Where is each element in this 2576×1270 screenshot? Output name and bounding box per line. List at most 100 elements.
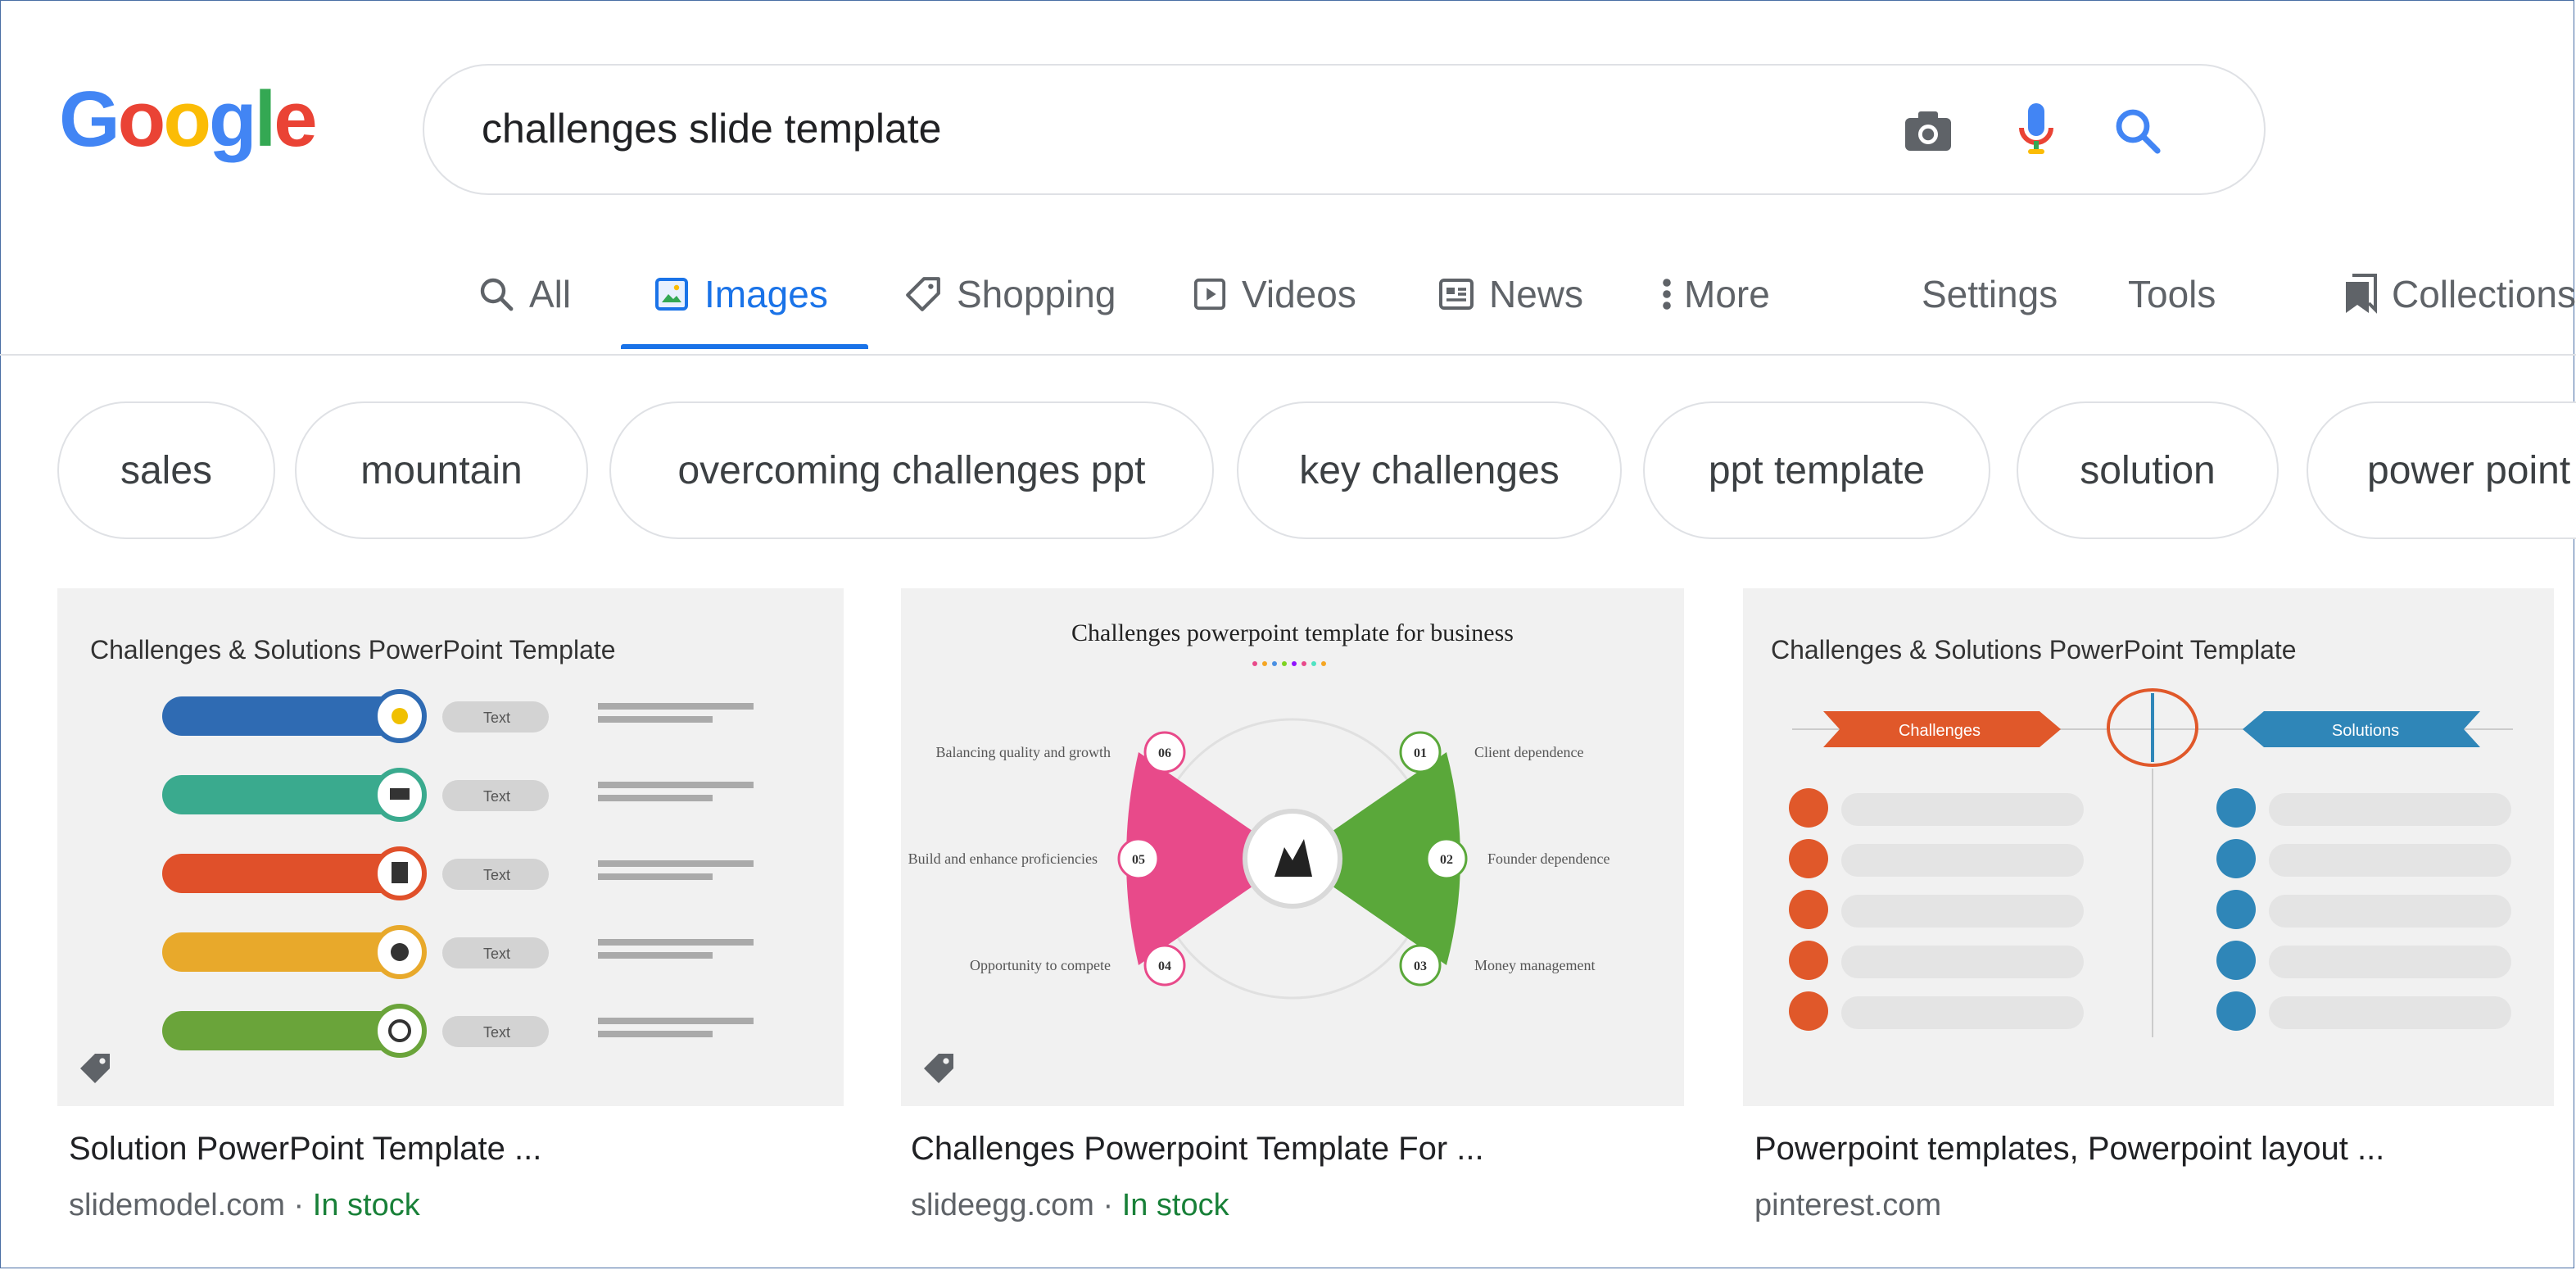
product-tag-icon xyxy=(80,1054,110,1083)
news-icon xyxy=(1439,279,1474,310)
more-vert-icon xyxy=(1663,279,1671,310)
result-separator: · xyxy=(285,1188,313,1222)
chip-overcoming-challenges-ppt[interactable]: overcoming challenges ppt xyxy=(609,401,1214,539)
chip-label: mountain xyxy=(360,448,523,492)
slide-row-label: Text xyxy=(483,788,510,805)
chip-label: sales xyxy=(120,448,213,492)
chip-key-challenges[interactable]: key challenges xyxy=(1237,401,1622,539)
logo-letter: o xyxy=(117,75,166,163)
tab-videos[interactable]: Videos xyxy=(1193,265,1356,323)
logo-letter: G xyxy=(59,75,120,163)
slide-item-number: 01 xyxy=(1414,746,1427,760)
slide-item-number: 06 xyxy=(1158,746,1171,760)
tab-images[interactable]: Images xyxy=(654,265,828,323)
header-divider xyxy=(0,354,2576,356)
image-icon xyxy=(655,278,688,311)
search-tabs: All Images Shopping Videos News More Set… xyxy=(0,246,2576,352)
chip-mountain[interactable]: mountain xyxy=(295,401,588,539)
tab-news[interactable]: News xyxy=(1438,265,1583,323)
slide-preview: Challenges powerpoint template for busin… xyxy=(908,619,1609,1000)
slide-item-number: 05 xyxy=(1132,853,1145,867)
result-source: pinterest.com xyxy=(1754,1188,1941,1223)
tab-label: Images xyxy=(704,273,828,315)
collections-link[interactable]: Collections xyxy=(2344,265,2576,323)
search-icon xyxy=(480,278,514,311)
result-source: slidemodel.com · In stock xyxy=(69,1188,420,1223)
result-site[interactable]: slideegg.com xyxy=(911,1188,1094,1222)
chip-label: ppt template xyxy=(1708,448,1926,492)
slide-item-text: Balancing quality and growth xyxy=(936,744,1111,760)
logo-letter: g xyxy=(208,75,257,163)
logo-letter: l xyxy=(254,75,277,163)
slide-item-text: Client dependence xyxy=(1474,744,1583,760)
camera-icon[interactable] xyxy=(1899,102,1958,161)
settings-label: Settings xyxy=(1922,273,2058,315)
slide-challenges-label: Challenges xyxy=(1899,722,1981,740)
result-site[interactable]: pinterest.com xyxy=(1754,1188,1941,1222)
mic-icon[interactable] xyxy=(2007,102,2066,161)
bookmark-icon xyxy=(2346,274,2377,314)
result-title[interactable]: Powerpoint templates, Powerpoint layout … xyxy=(1754,1131,2384,1168)
result-site[interactable]: slidemodel.com xyxy=(69,1188,285,1222)
tab-label: Shopping xyxy=(957,273,1116,315)
tab-label: News xyxy=(1489,273,1584,315)
search-input[interactable]: challenges slide template xyxy=(482,105,941,152)
tools-link[interactable]: Tools xyxy=(2128,265,2216,323)
chip-label: overcoming challenges ppt xyxy=(677,448,1146,492)
result-thumbnail[interactable]: Challenges & Solutions PowerPoint Templa… xyxy=(1743,588,2554,1106)
slide-heading: Challenges & Solutions PowerPoint Templa… xyxy=(90,635,616,664)
slide-rows: Text Text Text Text Text xyxy=(162,689,754,1058)
slide-preview: Challenges & Solutions PowerPoint Templa… xyxy=(90,635,754,1058)
chip-power-point[interactable]: power point xyxy=(2307,401,2576,539)
tab-more[interactable]: More xyxy=(1661,265,1770,323)
slide-row-label: Text xyxy=(483,946,510,962)
slide-item-text: Build and enhance proficiencies xyxy=(908,850,1098,867)
result-title[interactable]: Solution PowerPoint Template ... xyxy=(69,1131,541,1168)
chip-label: solution xyxy=(2080,448,2216,492)
tab-label: More xyxy=(1684,273,1770,315)
chip-sales[interactable]: sales xyxy=(57,401,275,539)
chip-ppt-template[interactable]: ppt template xyxy=(1643,401,1990,539)
search-icon[interactable] xyxy=(2108,102,2167,161)
slide-item-number: 03 xyxy=(1414,959,1427,973)
slide-item-number: 04 xyxy=(1158,959,1171,973)
slide-preview: Challenges & Solutions PowerPoint Templa… xyxy=(1771,635,2513,1037)
logo-letter: e xyxy=(274,75,317,163)
settings-link[interactable]: Settings xyxy=(1922,265,2058,323)
slide-item-text: Founder dependence xyxy=(1487,850,1609,867)
tab-label: Videos xyxy=(1242,273,1356,315)
slide-dots xyxy=(1252,661,1326,666)
tab-shopping[interactable]: Shopping xyxy=(904,265,1116,323)
result-source: slideegg.com · In stock xyxy=(911,1188,1229,1223)
collections-label: Collections xyxy=(2392,273,2576,315)
slide-heading: Challenges & Solutions PowerPoint Templa… xyxy=(1771,635,2297,664)
result-separator: · xyxy=(1093,1188,1122,1222)
search-box[interactable]: challenges slide template xyxy=(423,64,2266,195)
chip-solution[interactable]: solution xyxy=(2017,401,2279,539)
tag-icon xyxy=(906,277,940,311)
tab-label: All xyxy=(529,273,572,315)
slide-row-label: Text xyxy=(483,867,510,883)
slide-item-text: Money management xyxy=(1474,957,1595,973)
slide-row-label: Text xyxy=(483,710,510,726)
active-tab-indicator xyxy=(621,344,868,349)
slide-heading: Challenges powerpoint template for busin… xyxy=(1071,619,1514,646)
chip-label: key challenges xyxy=(1299,448,1560,492)
slide-item-number: 02 xyxy=(1440,853,1453,867)
stock-badge: In stock xyxy=(312,1188,420,1222)
logo-letter: o xyxy=(163,75,211,163)
slide-solution-rows xyxy=(2216,788,2511,1031)
result-thumbnail[interactable]: Challenges & Solutions PowerPoint Templa… xyxy=(57,588,844,1106)
slide-solutions-label: Solutions xyxy=(2332,722,2399,740)
google-logo[interactable]: Google xyxy=(59,75,318,163)
slide-row-label: Text xyxy=(483,1024,510,1041)
tab-all[interactable]: All xyxy=(478,265,571,323)
chip-label: power point xyxy=(2367,448,2571,492)
result-title[interactable]: Challenges Powerpoint Template For ... xyxy=(911,1131,1484,1168)
stock-badge: In stock xyxy=(1121,1188,1229,1222)
play-icon xyxy=(1193,278,1226,311)
result-thumbnail[interactable]: Challenges powerpoint template for busin… xyxy=(901,588,1684,1106)
slide-challenge-rows xyxy=(1789,788,2084,1031)
tools-label: Tools xyxy=(2128,273,2216,315)
product-tag-icon xyxy=(924,1054,953,1083)
